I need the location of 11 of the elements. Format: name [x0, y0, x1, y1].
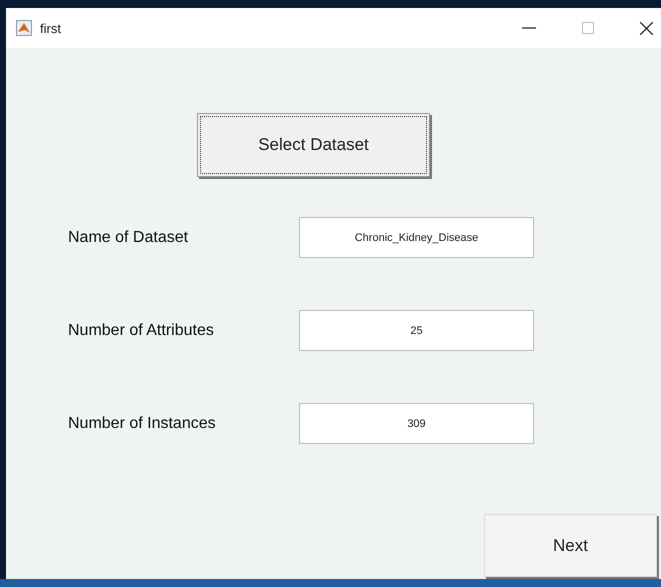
window-title: first: [40, 20, 62, 36]
field-label: Name of Dataset: [68, 228, 190, 246]
close-icon[interactable]: [640, 22, 653, 34]
next-button[interactable]: Next: [484, 514, 657, 577]
field-label: Number of Instances: [68, 414, 217, 432]
field-label: Number of Attributes: [68, 322, 215, 340]
value-field[interactable]: 309: [299, 403, 534, 444]
value-field[interactable]: 25: [299, 310, 534, 351]
select-dataset-button[interactable]: Select Dataset: [197, 113, 430, 177]
app-icon: [16, 20, 32, 36]
value-field[interactable]: Chronic_Kidney_Disease: [299, 217, 534, 258]
